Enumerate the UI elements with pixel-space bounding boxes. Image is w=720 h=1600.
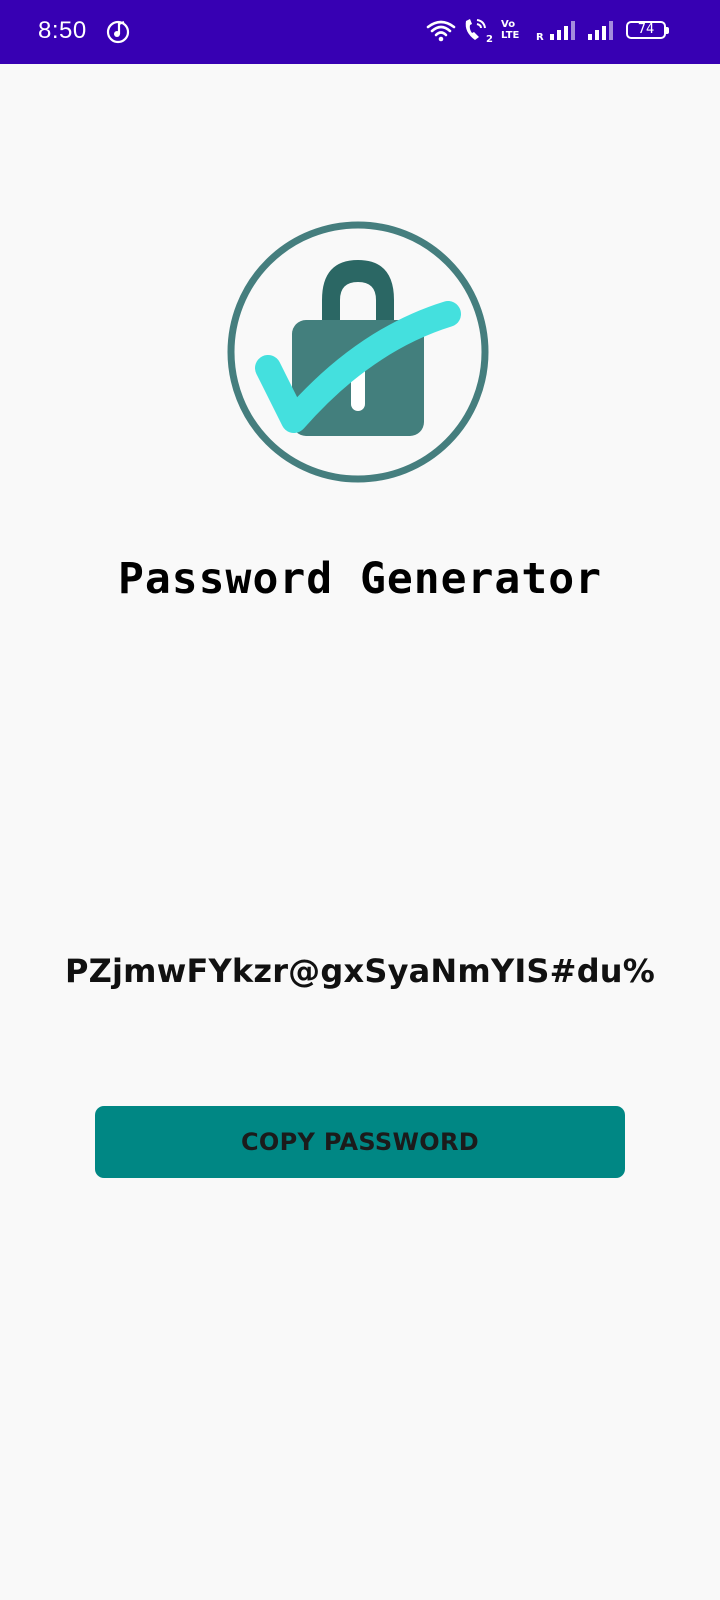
roaming-indicator: R: [536, 32, 544, 43]
battery-icon: 74: [626, 21, 669, 39]
generated-password: PZjmwFYkzr@gxSyaNmYIS#du%: [64, 952, 656, 990]
copy-password-button[interactable]: COPY PASSWORD: [95, 1106, 625, 1178]
signal-icon-2: [588, 21, 613, 40]
call-icon: 2: [465, 19, 493, 44]
lock-check-icon: [227, 221, 489, 483]
status-bar: 8:50 2 Vo LTE R 74: [0, 0, 720, 64]
signal-icon: [550, 21, 575, 40]
status-icons: 2 Vo LTE R 74: [426, 18, 669, 46]
volte-icon: Vo LTE: [501, 19, 520, 41]
music-icon: [106, 20, 130, 44]
wifi-icon: [426, 20, 456, 42]
status-time: 8:50: [38, 17, 87, 44]
svg-text:2: 2: [486, 34, 493, 44]
app-title: Password Generator: [118, 554, 602, 604]
